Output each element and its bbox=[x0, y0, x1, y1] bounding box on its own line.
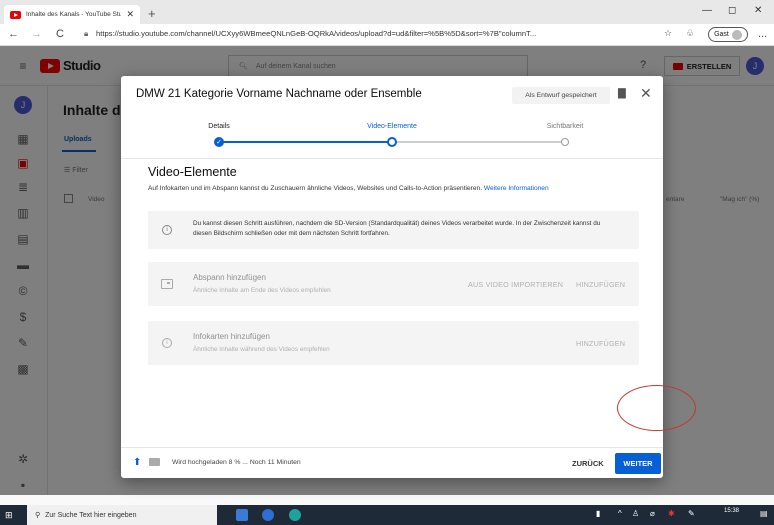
minimize-button[interactable]: — bbox=[702, 5, 712, 16]
step-progress-line-todo bbox=[392, 141, 565, 143]
stepper-divider bbox=[121, 158, 663, 159]
step-video-elements-label[interactable]: Video-Elemente bbox=[367, 123, 417, 130]
taskbar-app-edge-icon[interactable] bbox=[289, 509, 301, 521]
report-feedback-icon[interactable]: ▇ bbox=[618, 88, 626, 99]
url-field[interactable]: https://studio.youtube.com/channel/UCXyy… bbox=[96, 29, 644, 38]
step-progress-line-done bbox=[219, 141, 392, 143]
back-icon[interactable]: ← bbox=[8, 28, 19, 40]
endscreen-icon bbox=[161, 279, 173, 289]
taskbar-search-icon: ⚲ bbox=[35, 512, 41, 519]
info-icon: i bbox=[162, 225, 172, 235]
step-visibility-label[interactable]: Sichtbarkeit bbox=[547, 123, 584, 130]
dialog-footer: ⬆ Wird hochgeladen 8 % ... Noch 11 Minut… bbox=[121, 447, 663, 478]
upload-stepper: Details Video-Elemente Sichtbarkeit ✓ bbox=[121, 120, 663, 150]
dialog-title: DMW 21 Kategorie Vorname Nachname oder E… bbox=[136, 88, 422, 100]
tab-title: Inhalte des Kanals - YouTube Stu bbox=[26, 11, 122, 18]
tray-volume-icon[interactable]: ⌀ bbox=[650, 509, 655, 518]
new-tab-button[interactable]: + bbox=[148, 6, 156, 21]
tray-app-icon[interactable]: ✱ bbox=[668, 509, 675, 518]
add-endscreen-button[interactable]: HINZUFÜGEN bbox=[576, 280, 625, 289]
back-button[interactable]: ZURÜCK bbox=[572, 459, 604, 468]
tray-network-icon[interactable]: ♙ bbox=[632, 509, 639, 518]
browser-tab[interactable]: Inhalte des Kanals - YouTube Stu ✕ bbox=[4, 5, 140, 24]
endscreen-subtitle: Ähnliche Inhalte am Ende des Videos empf… bbox=[193, 287, 331, 294]
notification-icon[interactable]: ▤ bbox=[760, 509, 768, 518]
step-details-check-icon[interactable]: ✓ bbox=[214, 137, 224, 147]
processing-notice-text: Du kannst diesen Schritt ausführen, nach… bbox=[193, 220, 601, 237]
forward-icon[interactable]: → bbox=[31, 28, 42, 40]
processing-notice: i Du kannst diesen Schritt ausführen, na… bbox=[148, 211, 639, 249]
youtube-favicon-icon bbox=[10, 10, 21, 19]
step-details-label[interactable]: Details bbox=[208, 123, 229, 130]
upload-status: Wird hochgeladen 8 % ... Noch 11 Minuten bbox=[172, 459, 301, 466]
infocard-info-icon: i bbox=[162, 338, 172, 348]
guest-profile-button[interactable]: Gast bbox=[708, 27, 748, 42]
learn-more-link[interactable]: Weitere Informationen bbox=[484, 185, 549, 192]
tray-pen-icon[interactable]: ✎ bbox=[688, 509, 695, 518]
taskbar-app-photos-icon[interactable] bbox=[236, 509, 248, 521]
favorite-star-icon[interactable]: ☆ bbox=[664, 28, 672, 39]
import-from-video-button[interactable]: AUS VIDEO IMPORTIEREN bbox=[468, 280, 563, 289]
draft-saved-badge: Als Entwurf gespeichert bbox=[512, 87, 610, 104]
infocards-title: Infokarten hinzufügen bbox=[193, 332, 270, 341]
upload-dialog: DMW 21 Kategorie Vorname Nachname oder E… bbox=[121, 76, 663, 478]
lock-icon: 🔒︎ bbox=[84, 29, 89, 38]
hd-processing-icon bbox=[149, 458, 160, 466]
collections-icon[interactable]: ♧ bbox=[686, 28, 694, 39]
windows-taskbar: ⊞ ⚲ Zur Suche Text hier eingeben ▮ ^ ♙ ⌀… bbox=[0, 505, 774, 525]
infocards-subtitle: Ähnliche Inhalte während des Videos empf… bbox=[193, 346, 330, 353]
step-visibility-dot[interactable] bbox=[561, 138, 569, 146]
maximize-button[interactable]: ◻ bbox=[728, 5, 736, 16]
windows-start-icon[interactable]: ⊞ bbox=[5, 510, 15, 520]
endscreen-title: Abspann hinzufügen bbox=[193, 273, 266, 282]
tray-person-icon[interactable]: ▮ bbox=[596, 509, 600, 518]
section-description: Auf Infokarten und im Abspann kannst du … bbox=[148, 185, 549, 192]
address-bar-row: ← → C 🔒︎ https://studio.youtube.com/chan… bbox=[0, 24, 774, 46]
taskbar-clock[interactable]: 15:38 bbox=[724, 507, 739, 515]
endscreen-card: Abspann hinzufügen Ähnliche Inhalte am E… bbox=[148, 262, 639, 306]
section-title: Video-Elemente bbox=[148, 165, 237, 179]
browser-menu-icon[interactable]: ... bbox=[758, 28, 767, 40]
tray-chevron-icon[interactable]: ^ bbox=[618, 509, 622, 518]
taskbar-app-mail-icon[interactable] bbox=[262, 509, 274, 521]
browser-tab-bar: Inhalte des Kanals - YouTube Stu ✕ + — ◻… bbox=[0, 0, 774, 24]
guest-avatar-icon bbox=[731, 29, 742, 40]
next-button[interactable]: WEITER bbox=[615, 453, 661, 474]
tab-close-icon[interactable]: ✕ bbox=[126, 9, 134, 20]
close-icon[interactable]: ✕ bbox=[640, 85, 652, 102]
reload-icon[interactable]: C bbox=[56, 28, 64, 40]
add-infocards-button[interactable]: HINZUFÜGEN bbox=[576, 339, 625, 348]
taskbar-search-input[interactable]: ⚲ Zur Suche Text hier eingeben bbox=[27, 505, 217, 525]
red-annotation-circle bbox=[617, 385, 696, 431]
infocards-card: i Infokarten hinzufügen Ähnliche Inhalte… bbox=[148, 321, 639, 365]
step-video-elements-dot[interactable] bbox=[387, 137, 397, 147]
upload-arrow-icon: ⬆ bbox=[133, 457, 142, 468]
guest-label: Gast bbox=[714, 31, 729, 38]
window-close-button[interactable]: ✕ bbox=[754, 5, 762, 16]
